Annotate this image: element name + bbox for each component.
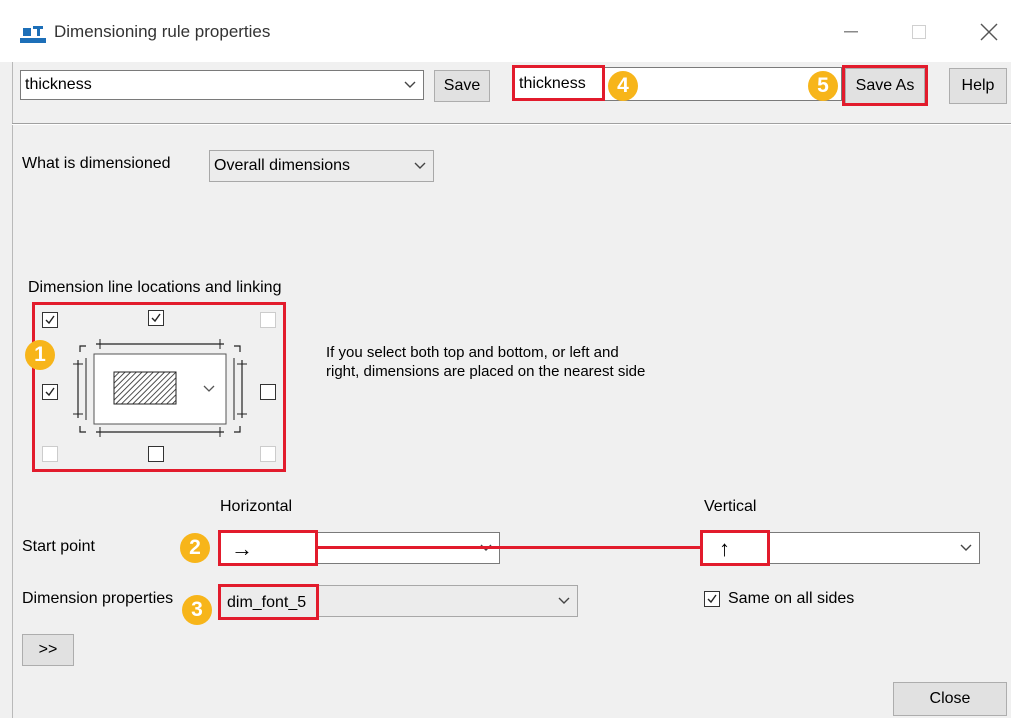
start-point-label: Start point <box>22 538 95 555</box>
connector-line <box>316 546 704 549</box>
checkbox-right[interactable] <box>260 384 276 400</box>
checkbox-top[interactable] <box>148 310 164 326</box>
same-on-all-sides-label: Same on all sides <box>728 590 855 607</box>
help-button-label: Help <box>961 77 995 94</box>
vertical-heading: Vertical <box>704 498 757 515</box>
checkbox-bottom-right[interactable] <box>260 446 276 462</box>
maximize-icon[interactable] <box>896 12 942 52</box>
highlight-vertical-start: ↑ <box>700 530 770 566</box>
rule-select-value: thickness <box>25 76 92 93</box>
dimension-note-line2: right, dimensions are placed on the near… <box>326 363 646 380</box>
close-icon[interactable] <box>966 12 1011 52</box>
close-button-label: Close <box>929 690 971 707</box>
check-icon <box>45 387 55 397</box>
callout-1: 1 <box>25 340 55 370</box>
checkbox-left[interactable] <box>42 384 58 400</box>
checkbox-bottom[interactable] <box>148 446 164 462</box>
chevron-down-icon <box>404 81 416 88</box>
checkbox-bottom-left[interactable] <box>42 446 58 462</box>
dimension-diagram <box>73 339 247 437</box>
save-button[interactable]: Save <box>434 70 490 102</box>
highlight-name-input <box>512 65 605 101</box>
app-icon <box>20 26 46 43</box>
chevron-down-icon <box>558 597 570 604</box>
toolbar-divider <box>12 123 1011 125</box>
chevron-down-icon <box>960 544 972 551</box>
chevron-down-icon <box>414 162 426 169</box>
highlight-save-as <box>842 65 928 106</box>
callout-4: 4 <box>608 71 638 101</box>
dimension-properties-label: Dimension properties <box>22 590 174 607</box>
what-is-dimensioned-value: Overall dimensions <box>214 157 351 174</box>
callout-5: 5 <box>808 71 838 101</box>
checkbox-top-right[interactable] <box>260 312 276 328</box>
checkbox-top-left[interactable] <box>42 312 58 328</box>
rule-select[interactable]: thickness <box>20 70 424 100</box>
what-is-dimensioned-label: What is dimensioned <box>22 155 171 172</box>
close-button[interactable]: Close <box>893 682 1007 716</box>
arrow-up-icon: ↑ <box>719 536 730 561</box>
window-title: Dimensioning rule properties <box>54 22 271 41</box>
horizontal-heading: Horizontal <box>220 498 293 515</box>
left-edge <box>0 62 13 718</box>
same-on-all-sides-checkbox[interactable] <box>704 591 720 607</box>
save-button-label: Save <box>443 77 481 94</box>
expand-button-label: >> <box>38 641 58 658</box>
expand-button[interactable]: >> <box>22 634 74 666</box>
dimension-properties-value: dim_font_5 <box>227 594 307 611</box>
callout-3: 3 <box>182 595 212 625</box>
title-bar: Dimensioning rule properties <box>0 0 1011 62</box>
check-icon <box>151 313 161 323</box>
highlight-horizontal-start: → <box>218 530 318 566</box>
what-is-dimensioned-select[interactable]: Overall dimensions <box>209 150 434 182</box>
minimize-icon[interactable] <box>828 12 874 52</box>
check-icon <box>707 594 717 604</box>
arrow-right-icon: → <box>231 536 253 561</box>
callout-2: 2 <box>180 533 210 563</box>
highlight-dimension-properties: dim_font_5 <box>218 584 319 620</box>
help-button[interactable]: Help <box>949 68 1007 104</box>
check-icon <box>45 315 55 325</box>
dimension-lines-heading: Dimension line locations and linking <box>28 279 282 296</box>
dimension-note-line1: If you select both top and bottom, or le… <box>326 344 619 361</box>
